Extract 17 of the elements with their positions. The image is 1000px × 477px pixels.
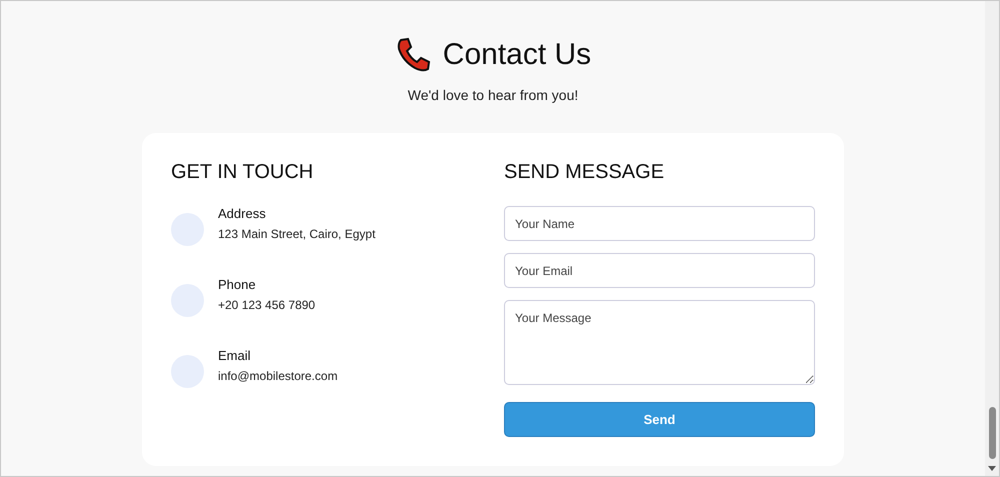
page-subtitle: We'd love to hear from you! xyxy=(408,87,578,103)
contact-value: 123 Main Street, Cairo, Egypt xyxy=(218,227,376,241)
contact-label: Address xyxy=(218,206,267,221)
contact-label: Email xyxy=(218,348,252,363)
contact-value: info@mobilestore.com xyxy=(218,369,338,383)
section-heading: GET IN TOUCH xyxy=(171,161,314,184)
contact-value: +20 123 456 7890 xyxy=(218,298,316,312)
input-field[interactable]: Your Name xyxy=(504,206,815,241)
section-heading: SEND MESSAGE xyxy=(504,161,666,184)
input-field[interactable]: Your Email xyxy=(504,253,815,288)
contact-label: Phone xyxy=(218,277,257,292)
scroll-down-icon[interactable] xyxy=(988,464,996,472)
page-title: Contact Us xyxy=(442,38,592,72)
scroll-thumb[interactable] xyxy=(988,407,996,459)
send-button[interactable]: Send xyxy=(504,402,815,437)
message-field[interactable]: Your Message xyxy=(504,300,815,385)
scrollbar[interactable] xyxy=(985,1,999,476)
